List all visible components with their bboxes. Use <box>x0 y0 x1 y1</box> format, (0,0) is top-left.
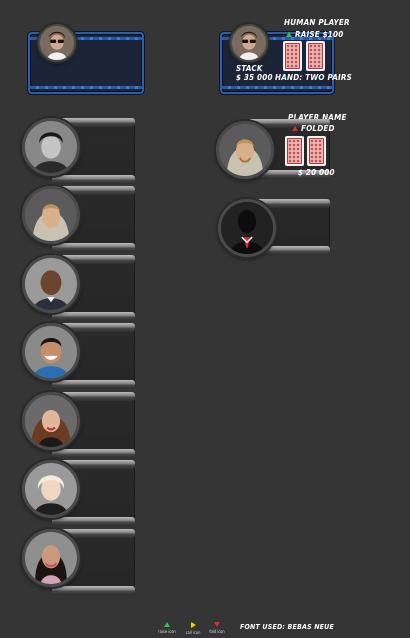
raise-arrow-icon <box>164 622 170 627</box>
raise-arrow-icon <box>286 32 292 37</box>
raise-legend-label: raise icon <box>158 629 176 634</box>
smiling-man-icon[interactable] <box>22 323 80 381</box>
folded-stack-value: $ 20 000 <box>298 168 335 177</box>
fold-arrow-icon <box>214 622 220 627</box>
human-player-title: HUMAN PLAYER <box>284 18 350 27</box>
blonde-woman-icon[interactable] <box>22 460 80 518</box>
card-back <box>283 41 302 71</box>
dark-haired-woman-icon[interactable] <box>22 529 80 587</box>
folded-status: FOLDED <box>292 124 335 133</box>
bald-man-icon[interactable] <box>22 255 80 313</box>
man-with-sunglasses-icon[interactable] <box>230 24 268 62</box>
status-text: FOLDED <box>301 124 335 133</box>
hooded-man-icon[interactable] <box>216 121 274 179</box>
call-legend-label: call icon <box>185 630 201 635</box>
card-back <box>285 136 304 166</box>
stack-label: STACK <box>236 64 263 73</box>
hooded-man-icon[interactable] <box>22 186 80 244</box>
fold-legend: fold icon <box>202 622 232 634</box>
fold-arrow-icon <box>292 126 298 131</box>
dark-haired-man-bw-icon[interactable] <box>22 118 80 176</box>
card-back <box>307 136 326 166</box>
curly-haired-woman-icon[interactable] <box>22 392 80 450</box>
man-with-sunglasses-icon[interactable] <box>38 24 76 62</box>
call-arrow-icon <box>190 622 196 628</box>
action-text: RAISE $100 <box>295 30 344 39</box>
fold-legend-label: fold icon <box>209 629 225 634</box>
anonymous-silhouette-icon[interactable] <box>218 199 276 257</box>
stack-value: $ 35 000 <box>236 73 273 82</box>
font-note: FONT USED: BEBAS NEUE <box>240 623 334 631</box>
hand-label: HAND: TWO PAIRS <box>275 73 352 82</box>
card-back <box>306 41 325 71</box>
human-player-action: RAISE $100 <box>286 30 343 39</box>
